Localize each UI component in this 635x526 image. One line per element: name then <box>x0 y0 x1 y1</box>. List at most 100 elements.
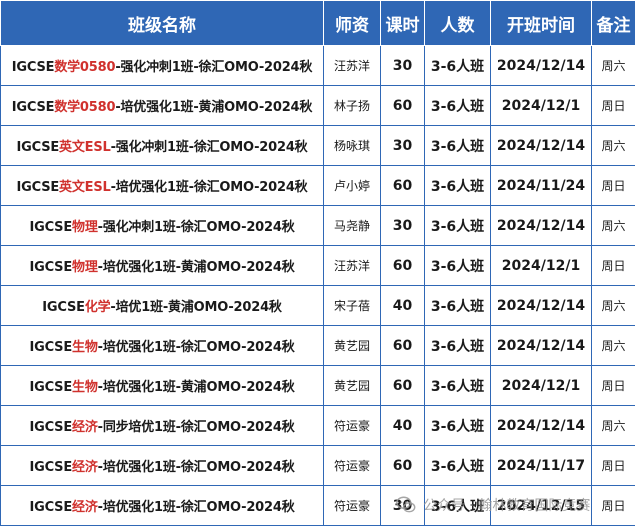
hours-cell: 30 <box>380 125 425 166</box>
subject-label: 数学0580 <box>54 60 116 75</box>
teacher-cell: 卢小婷 <box>323 165 381 206</box>
class-size-cell: 3-6人班 <box>424 245 491 286</box>
class-name-cell: IGCSE数学0580-强化冲刺1班-徐汇OMO-2024秋 <box>0 45 324 86</box>
class-suffix: -强化冲刺1班-徐汇OMO-2024秋 <box>97 220 295 235</box>
table-row: IGCSE化学-培优1班-黄浦OMO-2024秋 宋子蓓 40 3-6人班 20… <box>0 285 635 326</box>
class-name-cell: IGCSE生物-培优强化1班-徐汇OMO-2024秋 <box>0 325 324 366</box>
class-size-cell: 3-6人班 <box>424 85 491 126</box>
class-prefix: IGCSE <box>42 300 85 315</box>
class-name-cell: IGCSE经济-同步培优1班-徐汇OMO-2024秋 <box>0 405 324 446</box>
class-prefix: IGCSE <box>16 140 60 155</box>
class-name-cell: IGCSE经济-培优强化1班-徐汇OMO-2024秋 <box>0 445 324 486</box>
class-prefix: IGCSE <box>29 500 73 515</box>
hours-cell: 30 <box>380 485 425 526</box>
start-date-cell: 2024/12/14 <box>490 405 592 446</box>
class-prefix: IGCSE <box>29 380 73 395</box>
note-cell: 周日 <box>591 365 635 406</box>
note-cell: 周日 <box>591 485 635 526</box>
class-size-cell: 3-6人班 <box>424 405 491 446</box>
table-row: IGCSE数学0580-培优强化1班-黄浦OMO-2024秋 林子扬 60 3-… <box>0 85 635 126</box>
hours-cell: 40 <box>380 285 425 326</box>
start-date-cell: 2024/11/24 <box>490 165 592 206</box>
class-prefix: IGCSE <box>16 180 60 195</box>
hours-cell: 60 <box>380 365 425 406</box>
note-cell: 周六 <box>591 45 635 86</box>
hours-cell: 60 <box>380 85 425 126</box>
class-suffix: -同步培优1班-徐汇OMO-2024秋 <box>97 420 295 435</box>
teacher-cell: 宋子蓓 <box>323 285 381 326</box>
note-cell: 周日 <box>591 165 635 206</box>
class-prefix: IGCSE <box>11 60 55 75</box>
start-date-cell: 2024/12/14 <box>490 285 592 326</box>
teacher-cell: 符运豪 <box>323 405 381 446</box>
header-hours: 课时 <box>380 0 425 46</box>
header-row: 班级名称 师资 课时 人数 开班时间 备注 <box>0 0 635 46</box>
class-prefix: IGCSE <box>29 260 73 275</box>
start-date-cell: 2024/12/14 <box>490 45 592 86</box>
table-row: IGCSE经济-培优强化1班-徐汇OMO-2024秋 符运豪 30 3-6人班 … <box>0 485 635 526</box>
header-class-size: 人数 <box>424 0 491 46</box>
start-date-cell: 2024/12/15 <box>490 485 592 526</box>
table-row: IGCSE经济-同步培优1班-徐汇OMO-2024秋 符运豪 40 3-6人班 … <box>0 405 635 446</box>
class-prefix: IGCSE <box>29 420 73 435</box>
class-schedule-table: 班级名称 师资 课时 人数 开班时间 备注 IGCSE数学0580-强化冲刺1班… <box>0 0 635 526</box>
teacher-cell: 符运豪 <box>323 485 381 526</box>
start-date-cell: 2024/12/14 <box>490 325 592 366</box>
start-date-cell: 2024/12/14 <box>490 205 592 246</box>
header-teacher: 师资 <box>323 0 381 46</box>
start-date-cell: 2024/12/1 <box>490 245 592 286</box>
subject-label: 经济 <box>72 500 98 515</box>
class-suffix: -培优强化1班-徐汇OMO-2024秋 <box>97 340 295 355</box>
class-size-cell: 3-6人班 <box>424 485 491 526</box>
note-cell: 周日 <box>591 85 635 126</box>
class-suffix: -培优强化1班-徐汇OMO-2024秋 <box>110 180 308 195</box>
note-cell: 周日 <box>591 245 635 286</box>
header-note: 备注 <box>591 0 635 46</box>
teacher-cell: 汪苏洋 <box>323 45 381 86</box>
class-suffix: -强化冲刺1班-徐汇OMO-2024秋 <box>115 60 313 75</box>
hours-cell: 30 <box>380 205 425 246</box>
table-row: IGCSE生物-培优强化1班-黄浦OMO-2024秋 黄艺园 60 3-6人班 … <box>0 365 635 406</box>
header-class-name: 班级名称 <box>0 0 324 46</box>
class-prefix: IGCSE <box>29 460 73 475</box>
class-name-cell: IGCSE数学0580-培优强化1班-黄浦OMO-2024秋 <box>0 85 324 126</box>
class-suffix: -培优1班-黄浦OMO-2024秋 <box>110 300 282 315</box>
class-suffix: -培优强化1班-徐汇OMO-2024秋 <box>97 500 295 515</box>
class-name-cell: IGCSE物理-培优强化1班-黄浦OMO-2024秋 <box>0 245 324 286</box>
class-suffix: -培优强化1班-黄浦OMO-2024秋 <box>115 100 313 115</box>
class-name-cell: IGCSE经济-培优强化1班-徐汇OMO-2024秋 <box>0 485 324 526</box>
hours-cell: 40 <box>380 405 425 446</box>
teacher-cell: 马尧静 <box>323 205 381 246</box>
note-cell: 周六 <box>591 325 635 366</box>
class-suffix: -培优强化1班-黄浦OMO-2024秋 <box>97 380 295 395</box>
note-cell: 周六 <box>591 285 635 326</box>
class-name-cell: IGCSE生物-培优强化1班-黄浦OMO-2024秋 <box>0 365 324 406</box>
subject-label: 生物 <box>72 340 98 355</box>
subject-label: 经济 <box>72 420 98 435</box>
class-name-cell: IGCSE化学-培优1班-黄浦OMO-2024秋 <box>0 285 324 326</box>
class-suffix: -培优强化1班-徐汇OMO-2024秋 <box>97 460 295 475</box>
start-date-cell: 2024/12/1 <box>490 85 592 126</box>
hours-cell: 30 <box>380 45 425 86</box>
teacher-cell: 汪苏洋 <box>323 245 381 286</box>
class-name-cell: IGCSE物理-强化冲刺1班-徐汇OMO-2024秋 <box>0 205 324 246</box>
class-prefix: IGCSE <box>11 100 55 115</box>
class-size-cell: 3-6人班 <box>424 365 491 406</box>
class-size-cell: 3-6人班 <box>424 45 491 86</box>
class-prefix: IGCSE <box>29 220 73 235</box>
class-suffix: -强化冲刺1班-徐汇OMO-2024秋 <box>110 140 308 155</box>
teacher-cell: 符运豪 <box>323 445 381 486</box>
hours-cell: 60 <box>380 245 425 286</box>
subject-label: 物理 <box>72 220 98 235</box>
class-size-cell: 3-6人班 <box>424 445 491 486</box>
subject-label: 英文ESL <box>59 180 111 195</box>
table-row: IGCSE生物-培优强化1班-徐汇OMO-2024秋 黄艺园 60 3-6人班 … <box>0 325 635 366</box>
class-size-cell: 3-6人班 <box>424 285 491 326</box>
class-prefix: IGCSE <box>29 340 73 355</box>
subject-label: 经济 <box>72 460 98 475</box>
start-date-cell: 2024/11/17 <box>490 445 592 486</box>
start-date-cell: 2024/12/1 <box>490 365 592 406</box>
subject-label: 英文ESL <box>59 140 111 155</box>
header-start-date: 开班时间 <box>490 0 592 46</box>
table-row: IGCSE物理-强化冲刺1班-徐汇OMO-2024秋 马尧静 30 3-6人班 … <box>0 205 635 246</box>
